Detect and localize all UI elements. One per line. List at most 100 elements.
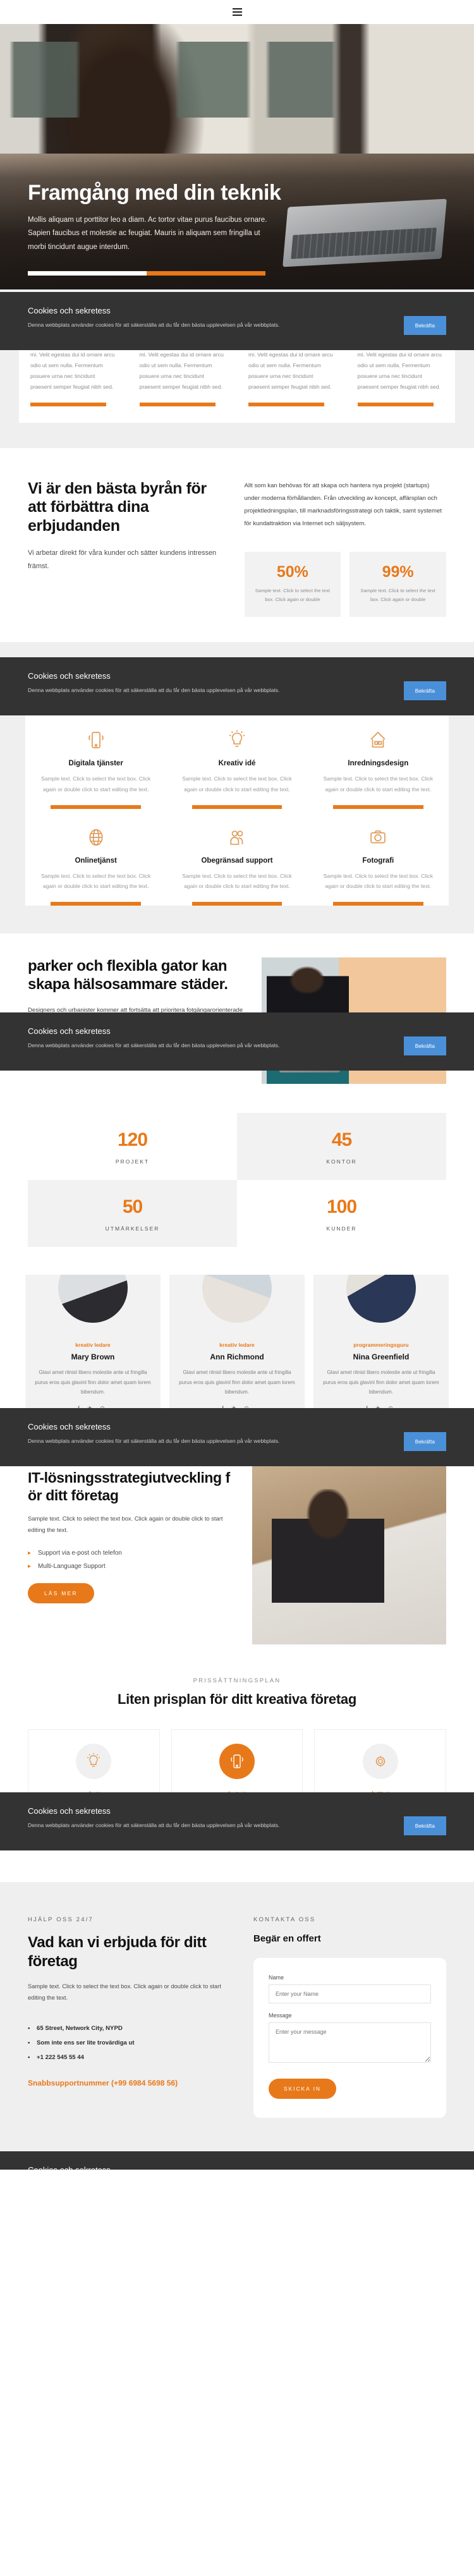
cookie-title: Cookies och sekretess (28, 1806, 111, 1816)
read-more-button[interactable]: LÄS MER (28, 1583, 94, 1603)
cookie-title: Cookies och sekretess (28, 1026, 111, 1036)
member-name: Ann Richmond (210, 1352, 264, 1362)
submit-button[interactable]: SKICKA IN (269, 2079, 336, 2099)
hamburger-menu-icon[interactable] (232, 8, 242, 16)
team-member-card: programmeringsguru Nina Greenfield Glavi… (313, 1275, 449, 1423)
stat-text: Sample text. Click to select the text bo… (255, 588, 330, 603)
service-card[interactable]: Kreativ idé Sample text. Click to select… (166, 712, 307, 809)
service-card[interactable]: Inredningsdesign Sample text. Click to s… (308, 712, 449, 809)
hero-accent-bars (28, 271, 265, 276)
cookie-accept-button[interactable]: Bekräfta (403, 681, 446, 700)
cookie-banner: Cookies och sekretess Denna webbplats an… (0, 657, 474, 715)
counter-label: PROJEKT (115, 1158, 150, 1165)
cookie-banner: Cookies och sekretess Denna webbplats an… (0, 1012, 474, 1071)
name-input[interactable] (269, 1984, 431, 2004)
service-body: Sample text. Click to select the text bo… (40, 872, 151, 890)
service-title: Onlinetjänst (75, 856, 117, 865)
hero-window-detail (0, 42, 474, 118)
cookie-accept-button[interactable]: Bekräfta (403, 1036, 446, 1055)
cookie-text: Denna webbplats använder cookies för att… (28, 1042, 280, 1048)
about-image (252, 1454, 446, 1644)
team-section: kreativ ledare Mary Brown Glavi amet rit… (0, 1247, 474, 1423)
landing-page: Framgång med din teknik Mollis aliquam u… (0, 0, 474, 2170)
top-navigation-bar (0, 0, 474, 24)
stat-value: 99% (382, 563, 414, 581)
intro-card-rule (248, 402, 325, 406)
service-rule (332, 902, 423, 906)
service-card[interactable]: Digitala tjänster Sample text. Click to … (25, 712, 166, 809)
member-name: Mary Brown (71, 1352, 115, 1362)
about-body: Sample text. Click to select the text bo… (28, 1515, 223, 1534)
service-card[interactable]: Obegränsad support Sample text. Click to… (166, 809, 307, 906)
about-list-item: Multi-Language Support (28, 1560, 237, 1573)
quote-form-heading: Begär en offert (253, 1933, 321, 1945)
cookie-text: Denna webbplats använder cookies för att… (28, 1438, 280, 1444)
contact-details-list: 65 Street, Network City, NYPD Som inte e… (28, 2021, 237, 2065)
stat-value: 50% (276, 563, 308, 581)
contact-right-kicker: KONTAKTA OSS (253, 1916, 316, 1924)
best-agency-heading: Vi är den bästa byrån för att förbättra … (28, 479, 207, 535)
service-title: Inredningsdesign (348, 760, 409, 768)
contact-lead: Sample text. Click to select the text bo… (28, 1983, 221, 2002)
hero-bar-white (28, 271, 147, 276)
parks-heading: parker och flexibla gator kan skapa häls… (28, 957, 228, 993)
name-label: Name (269, 1974, 284, 1981)
about-heading: IT-lösningsstrategiutveckling för ditt f… (28, 1469, 230, 1504)
lightbulb-icon (76, 1744, 112, 1780)
counters-section: 120 PROJEKT 45 KONTOR 50 UTMÄRKELSER 100… (28, 1113, 446, 1248)
cookie-accept-button[interactable]: Bekräfta (403, 1816, 446, 1835)
service-body: Sample text. Click to select the text bo… (323, 872, 433, 890)
cookie-title: Cookies och sekretess (28, 2165, 391, 2170)
service-title: Fotografi (362, 856, 394, 865)
service-body: Sample text. Click to select the text bo… (182, 872, 292, 890)
counter-label: KONTOR (326, 1158, 357, 1165)
cookie-accept-button[interactable]: Bekräfta (403, 1432, 446, 1451)
intro-card-rule (30, 402, 107, 406)
contact-section: HJÄLP OSS 24/7 Vad kan vi erbjuda för di… (0, 1882, 474, 2154)
member-bio: Glavi amet ritnisl libero molestie ante … (323, 1370, 439, 1395)
about-feature-list: Support via e-post och telefon Multi-Lan… (28, 1546, 237, 1573)
camera-icon (320, 824, 436, 851)
service-body: Sample text. Click to select the text bo… (40, 775, 151, 793)
lightbulb-icon (179, 727, 295, 753)
best-agency-paragraph: Vi arbetar direkt för våra kunder och sä… (28, 549, 217, 571)
counter-label: UTMÄRKELSER (105, 1225, 160, 1232)
service-card[interactable]: Onlinetjänst Sample text. Click to selec… (25, 809, 166, 906)
counter-item: 100 KUNDER (237, 1180, 446, 1247)
cookie-title: Cookies och sekretess (28, 1422, 111, 1431)
gear-icon (362, 1744, 398, 1780)
globe-icon (38, 824, 154, 851)
hero-laptop-image (283, 198, 447, 267)
team-member-card: kreativ ledare Ann Richmond Glavi amet r… (169, 1275, 305, 1423)
cookie-banner: Cookies och sekretess Denna webbplats an… (0, 292, 474, 350)
avatar (169, 1275, 305, 1335)
cookie-banner: Cookies och sekretess Denna webbplats an… (0, 1792, 474, 1850)
avatar (25, 1275, 161, 1335)
stat-card: 99% Sample text. Click to select the tex… (349, 552, 447, 617)
intro-card-rule (139, 402, 216, 406)
service-rule (191, 902, 283, 906)
member-bio: Glavi amet ritnisl libero molestie ante … (35, 1370, 151, 1395)
member-role: programmeringsguru (353, 1342, 409, 1349)
pricing-eyebrow: PRISSÄTTNINGSPLAN (193, 1677, 281, 1684)
counter-item: 50 UTMÄRKELSER (28, 1180, 237, 1248)
service-title: Obegränsad support (201, 856, 273, 865)
member-bio: Glavi amet ritnisl libero molestie ante … (179, 1370, 295, 1395)
stat-card: 50% Sample text. Click to select the tex… (244, 552, 341, 617)
pricing-heading: Liten prisplan för ditt kreativa företag (118, 1691, 356, 1707)
service-card[interactable]: Fotografi Sample text. Click to select t… (308, 809, 449, 906)
contact-hotline: Snabbsupportnummer (+99 6984 5698 56) (28, 2079, 178, 2088)
counter-label: KUNDER (326, 1225, 357, 1232)
counter-item: 120 PROJEKT (28, 1113, 237, 1180)
best-agency-description: Allt som kan behövas för att skapa och h… (244, 482, 442, 528)
service-body: Sample text. Click to select the text bo… (182, 775, 292, 793)
counter-number: 50 (122, 1196, 143, 1218)
service-body: Sample text. Click to select the text bo… (323, 775, 433, 793)
avatar (313, 1275, 449, 1335)
cookie-accept-button[interactable]: Bekräfta (403, 316, 446, 335)
about-list-item: Support via e-post och telefon (28, 1546, 237, 1560)
message-input[interactable] (269, 2022, 431, 2063)
contact-detail-item: Som inte ens ser lite trovärdiga ut (28, 2036, 237, 2050)
contact-detail-item: +1 222 545 55 44 (28, 2050, 237, 2065)
cookie-banner: Cookies och sekretess Denna webbplats an… (0, 1408, 474, 1466)
